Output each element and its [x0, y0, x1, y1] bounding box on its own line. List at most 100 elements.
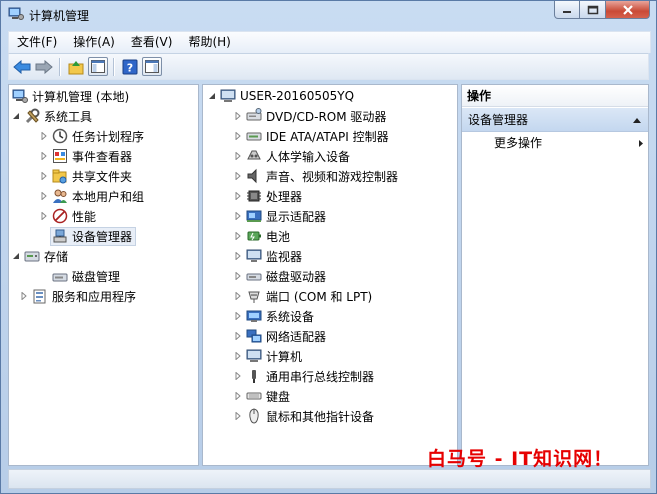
toolbar-separator — [113, 57, 115, 76]
computer-management-icon — [12, 89, 28, 103]
folder-up-icon — [68, 60, 84, 74]
device-category-row[interactable]: 人体学输入设备 — [234, 147, 350, 165]
device-category-row[interactable]: DVD/CD-ROM 驱动器 — [234, 107, 386, 125]
menu-file[interactable]: 文件(F) — [9, 32, 65, 53]
collapsed-arrow-icon — [235, 352, 241, 360]
device-category-row[interactable]: 显示适配器 — [234, 207, 326, 225]
monitor-icon — [246, 249, 262, 262]
watermark-text: 白马号 - IT知识网！ — [427, 448, 614, 470]
tree-services[interactable]: 服务和应用程序 — [20, 287, 136, 305]
help-button[interactable]: ? — [120, 57, 140, 77]
submenu-arrow-icon — [639, 140, 643, 147]
collapsed-arrow-icon — [235, 172, 241, 180]
actions-section-device-manager[interactable]: 设备管理器 — [462, 108, 648, 132]
computer-icon — [220, 89, 236, 102]
maximize-button[interactable] — [580, 1, 606, 19]
device-category-row[interactable]: 鼠标和其他指针设备 — [234, 407, 374, 425]
device-category-row[interactable]: 监视器 — [234, 247, 302, 265]
tree-item-task-scheduler[interactable]: 任务计划程序 — [40, 127, 144, 145]
system-device-icon — [246, 310, 262, 322]
up-level-button[interactable] — [66, 57, 86, 77]
device-category-row[interactable]: 网络适配器 — [234, 327, 326, 345]
collapsed-arrow-icon — [41, 152, 47, 160]
tree-root[interactable]: 计算机管理 (本地) — [12, 87, 129, 105]
device-root[interactable]: USER-20160505YQ — [208, 87, 354, 105]
event-viewer-icon — [53, 149, 67, 163]
device-category-row[interactable]: 端口 (COM 和 LPT) — [234, 287, 372, 305]
processor-icon — [247, 190, 261, 202]
device-category-label: 监视器 — [266, 249, 303, 264]
device-category-label: 端口 (COM 和 LPT) — [266, 289, 373, 304]
device-category-row[interactable]: 磁盘驱动器 — [234, 267, 326, 285]
tree-item-performance[interactable]: 性能 — [40, 207, 96, 225]
menu-help[interactable]: 帮助(H) — [180, 32, 238, 53]
collapsed-arrow-icon — [235, 252, 241, 260]
device-category-label: 键盘 — [266, 389, 291, 404]
tree-item-device-manager[interactable]: 设备管理器 — [50, 226, 137, 246]
device-category-label: 人体学输入设备 — [266, 149, 351, 164]
tree-item-shared-folders[interactable]: 共享文件夹 — [40, 167, 132, 185]
battery-icon — [247, 231, 261, 241]
back-button[interactable] — [12, 57, 32, 77]
collapsed-arrow-icon — [235, 372, 241, 380]
menu-action[interactable]: 操作(A) — [65, 32, 123, 53]
hid-icon — [247, 150, 261, 160]
tree-item-label: 磁盘管理 — [72, 269, 121, 284]
collapsed-arrow-icon — [235, 212, 241, 220]
svg-text:?: ? — [127, 61, 133, 74]
collapsed-arrow-icon — [235, 192, 241, 200]
disk-drive-icon — [246, 273, 262, 281]
actions-pane: 操作 设备管理器 更多操作 — [461, 84, 649, 466]
dvd-drive-icon — [246, 108, 262, 121]
device-category-row[interactable]: 电池 — [234, 227, 290, 245]
forward-button[interactable] — [34, 57, 54, 77]
device-category-row[interactable]: 声音、视频和游戏控制器 — [234, 167, 398, 185]
tree-storage[interactable]: 存储 — [12, 247, 68, 265]
close-button[interactable] — [606, 1, 650, 19]
keyboard-icon — [246, 392, 262, 400]
device-category-label: 处理器 — [266, 189, 303, 204]
tree-system-tools[interactable]: 系统工具 — [12, 107, 92, 125]
clock-icon — [52, 128, 68, 144]
tree-item-label: 事件查看器 — [72, 149, 133, 164]
tree-item-label: 任务计划程序 — [72, 129, 145, 144]
collapsed-arrow-icon — [235, 132, 241, 140]
toolbar: ? — [8, 53, 649, 80]
show-hide-action-pane-button[interactable] — [142, 57, 162, 76]
console-tree-icon — [91, 60, 105, 73]
device-category-label: 声音、视频和游戏控制器 — [266, 169, 399, 184]
tree-services-label: 服务和应用程序 — [52, 289, 137, 304]
device-category-row[interactable]: 系统设备 — [234, 307, 314, 325]
help-icon: ? — [122, 59, 138, 74]
more-actions-item[interactable]: 更多操作 — [494, 134, 644, 152]
tree-item-label: 本地用户和组 — [72, 189, 145, 204]
collapsed-arrow-icon — [235, 292, 241, 300]
device-category-label: 磁盘驱动器 — [266, 269, 327, 284]
close-icon — [622, 4, 633, 15]
collapsed-arrow-icon — [235, 152, 241, 160]
ide-controller-icon — [246, 132, 262, 141]
collapsed-arrow-icon — [41, 192, 47, 200]
sound-icon — [247, 168, 257, 184]
menu-view[interactable]: 查看(V) — [123, 32, 181, 53]
device-category-row[interactable]: 处理器 — [234, 187, 302, 205]
window: 计算机管理 文件(F) 操作(A) 查看(V) 帮助(H) ? 计算机管理 (本… — [0, 0, 657, 494]
toolbar-separator — [59, 57, 61, 76]
device-category-row[interactable]: 键盘 — [234, 387, 290, 405]
port-icon — [248, 291, 260, 303]
network-adapter-icon — [246, 329, 262, 343]
device-manager-icon — [53, 229, 67, 243]
title-bar[interactable]: 计算机管理 — [1, 1, 656, 29]
device-category-row[interactable]: 计算机 — [234, 347, 302, 365]
tree-item-disk-management[interactable]: 磁盘管理 — [52, 267, 120, 285]
collapsed-arrow-icon — [235, 112, 241, 120]
tree-item-event-viewer[interactable]: 事件查看器 — [40, 147, 132, 165]
device-category-row[interactable]: IDE ATA/ATAPI 控制器 — [234, 127, 389, 145]
device-category-row[interactable]: 通用串行总线控制器 — [234, 367, 374, 385]
show-hide-tree-button[interactable] — [88, 57, 108, 76]
minimize-button[interactable] — [554, 1, 580, 19]
tree-item-local-users[interactable]: 本地用户和组 — [40, 187, 144, 205]
minimize-icon — [563, 10, 571, 13]
device-category-label: 计算机 — [266, 349, 303, 364]
display-adapter-icon — [246, 210, 262, 222]
